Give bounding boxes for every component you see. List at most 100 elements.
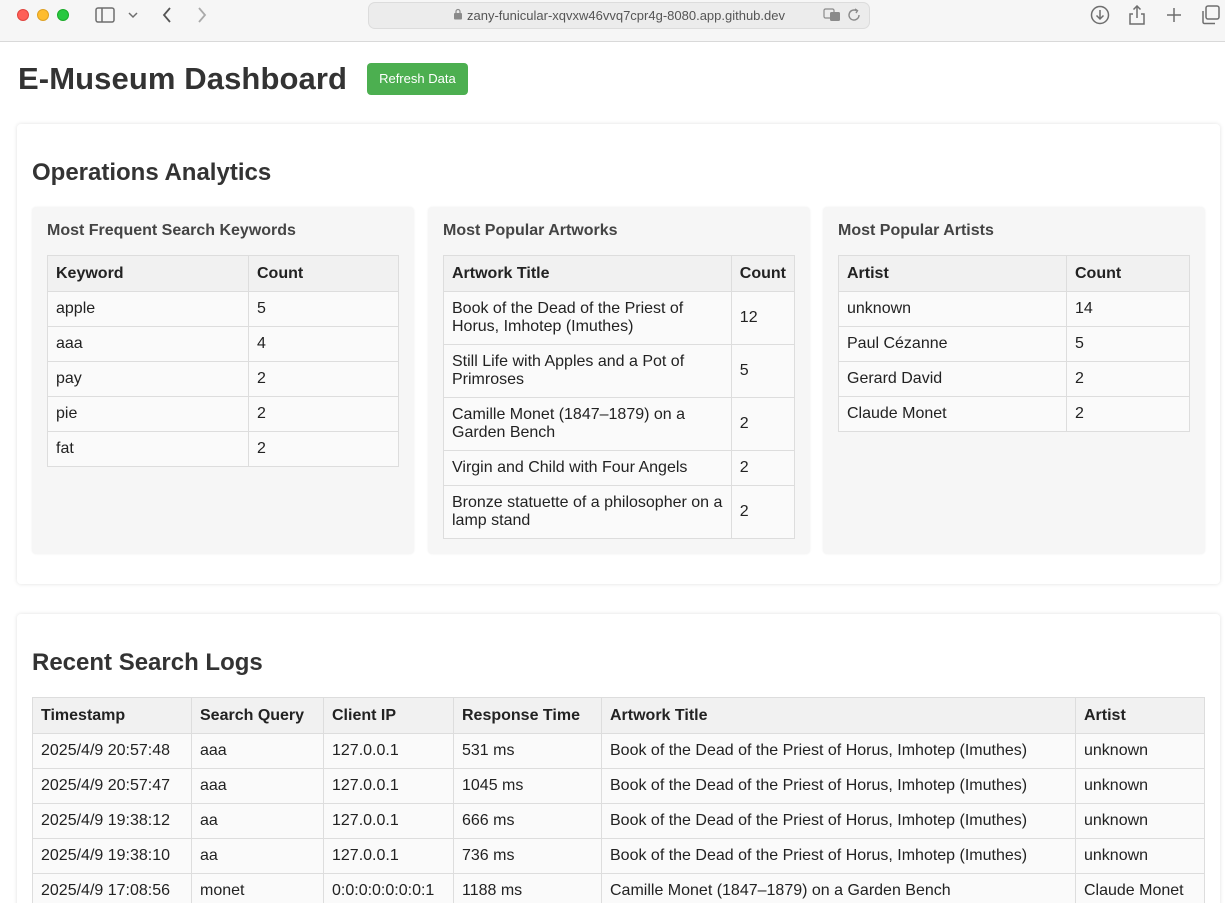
refresh-data-button[interactable]: Refresh Data [367,63,468,95]
table-row: 2025/4/9 17:08:56 monet 0:0:0:0:0:0:0:1 … [32,873,1205,903]
table-row: Camille Monet (1847–1879) on a Garden Be… [443,397,796,451]
keyword-cell: fat [47,431,249,467]
artist-cell: unknown [1075,838,1205,874]
count-cell: 5 [1066,326,1190,362]
column-header: Response Time [453,697,602,734]
analytics-section-title: Operations Analytics [32,159,272,186]
table-row: unknown 14 [838,291,1190,327]
artwork-title-cell: Camille Monet (1847–1879) on a Garden Be… [601,873,1076,903]
column-header: Search Query [191,697,324,734]
recent-search-logs-card: Recent Search Logs Timestamp Search Quer… [17,614,1220,903]
count-cell: 2 [730,397,796,451]
reload-icon[interactable] [847,8,861,27]
artwork-title-cell: Still Life with Apples and a Pot of Prim… [443,344,732,398]
translate-icon[interactable] [823,8,841,27]
table-row: Book of the Dead of the Priest of Horus,… [443,291,796,345]
keyword-cell: aaa [47,326,249,362]
keyword-cell: pay [47,361,249,397]
lock-icon [453,7,463,25]
query-cell: aaa [191,768,324,804]
artists-table: Artist Count unknown 14 Paul Cézanne 5 Ger… [838,255,1190,432]
table-row: 2025/4/9 19:38:12 aa 127.0.0.1 666 ms Bo… [32,803,1205,839]
response-time-cell: 736 ms [453,838,602,874]
zoom-window-button[interactable] [57,9,69,21]
logs-section-title: Recent Search Logs [32,649,263,676]
artwork-title-cell: Camille Monet (1847–1879) on a Garden Be… [443,397,732,451]
artwork-title-cell: Book of the Dead of the Priest of Horus,… [443,291,732,345]
table-row: 2025/4/9 19:38:10 aa 127.0.0.1 736 ms Bo… [32,838,1205,874]
count-cell: 2 [730,450,796,486]
column-header: Count [248,255,399,292]
count-cell: 4 [248,326,399,362]
share-icon[interactable] [1127,5,1147,25]
count-cell: 14 [1066,291,1190,327]
artwork-title-cell: Book of the Dead of the Priest of Horus,… [601,768,1076,804]
table-row: Gerard David 2 [838,361,1190,397]
artist-cell: unknown [1075,733,1205,769]
count-cell: 5 [248,291,399,327]
artist-cell: unknown [838,291,1067,327]
artists-panel: Most Popular Artists Artist Count unknow… [823,207,1205,554]
page-title: E-Museum Dashboard [18,61,348,96]
artworks-panel: Most Popular Artworks Artwork Title Coun… [428,207,810,554]
operations-analytics-card: Operations Analytics Most Frequent Searc… [17,124,1220,584]
column-header: Count [1066,255,1190,292]
download-icon[interactable] [1089,5,1111,25]
count-cell: 2 [248,361,399,397]
table-row: Paul Cézanne 5 [838,326,1190,362]
artists-panel-title: Most Popular Artists [838,222,994,239]
artist-cell: Paul Cézanne [838,326,1067,362]
client-ip-cell: 127.0.0.1 [323,768,454,804]
timestamp-cell: 2025/4/9 20:57:47 [32,768,192,804]
search-logs-table: Timestamp Search Query Client IP Respons… [32,697,1205,903]
client-ip-cell: 127.0.0.1 [323,733,454,769]
table-row: Claude Monet 2 [838,396,1190,432]
artwork-title-cell: Book of the Dead of the Priest of Horus,… [601,733,1076,769]
address-bar[interactable]: zany-funicular-xqvxw46vvq7cpr4g-8080.app… [368,2,870,29]
artwork-title-cell: Book of the Dead of the Priest of Horus,… [601,838,1076,874]
table-row: pie 2 [47,396,399,432]
artist-cell: unknown [1075,803,1205,839]
table-row: 2025/4/9 20:57:48 aaa 127.0.0.1 531 ms B… [32,733,1205,769]
artwork-title-cell: Virgin and Child with Four Angels [443,450,732,486]
keywords-panel-title: Most Frequent Search Keywords [47,222,296,239]
forward-icon[interactable] [193,5,211,25]
column-header: Count [730,255,796,292]
table-row: fat 2 [47,431,399,467]
column-header: Artist [838,255,1067,292]
table-row: apple 5 [47,291,399,327]
artwork-title-cell: Bronze statuette of a philosopher on a l… [443,485,732,539]
new-tab-icon[interactable] [1164,5,1184,25]
keyword-cell: apple [47,291,249,327]
response-time-cell: 1045 ms [453,768,602,804]
timestamp-cell: 2025/4/9 20:57:48 [32,733,192,769]
sidebar-icon[interactable] [94,5,116,25]
column-header: Timestamp [32,697,192,734]
client-ip-cell: 0:0:0:0:0:0:0:1 [323,873,454,903]
column-header: Artist [1075,697,1205,734]
chevron-down-icon[interactable] [126,5,140,25]
timestamp-cell: 2025/4/9 19:38:12 [32,803,192,839]
query-cell: monet [191,873,324,903]
back-icon[interactable] [158,5,176,25]
browser-toolbar: zany-funicular-xqvxw46vvq7cpr4g-8080.app… [0,0,1225,42]
tab-overview-icon[interactable] [1200,5,1222,25]
client-ip-cell: 127.0.0.1 [323,803,454,839]
query-cell: aaa [191,733,324,769]
dashboard-header: E-Museum Dashboard Refresh Data [18,61,468,97]
column-header: Artwork Title [601,697,1076,734]
column-header: Artwork Title [443,255,732,292]
close-window-button[interactable] [17,9,29,21]
response-time-cell: 666 ms [453,803,602,839]
count-cell: 2 [248,396,399,432]
table-row: Bronze statuette of a philosopher on a l… [443,485,796,539]
column-header: Client IP [323,697,454,734]
table-row: Virgin and Child with Four Angels 2 [443,450,796,486]
artist-cell: Claude Monet [838,396,1067,432]
count-cell: 2 [730,485,796,539]
minimize-window-button[interactable] [37,9,49,21]
table-row: aaa 4 [47,326,399,362]
response-time-cell: 1188 ms [453,873,602,903]
artwork-title-cell: Book of the Dead of the Priest of Horus,… [601,803,1076,839]
count-cell: 2 [1066,396,1190,432]
